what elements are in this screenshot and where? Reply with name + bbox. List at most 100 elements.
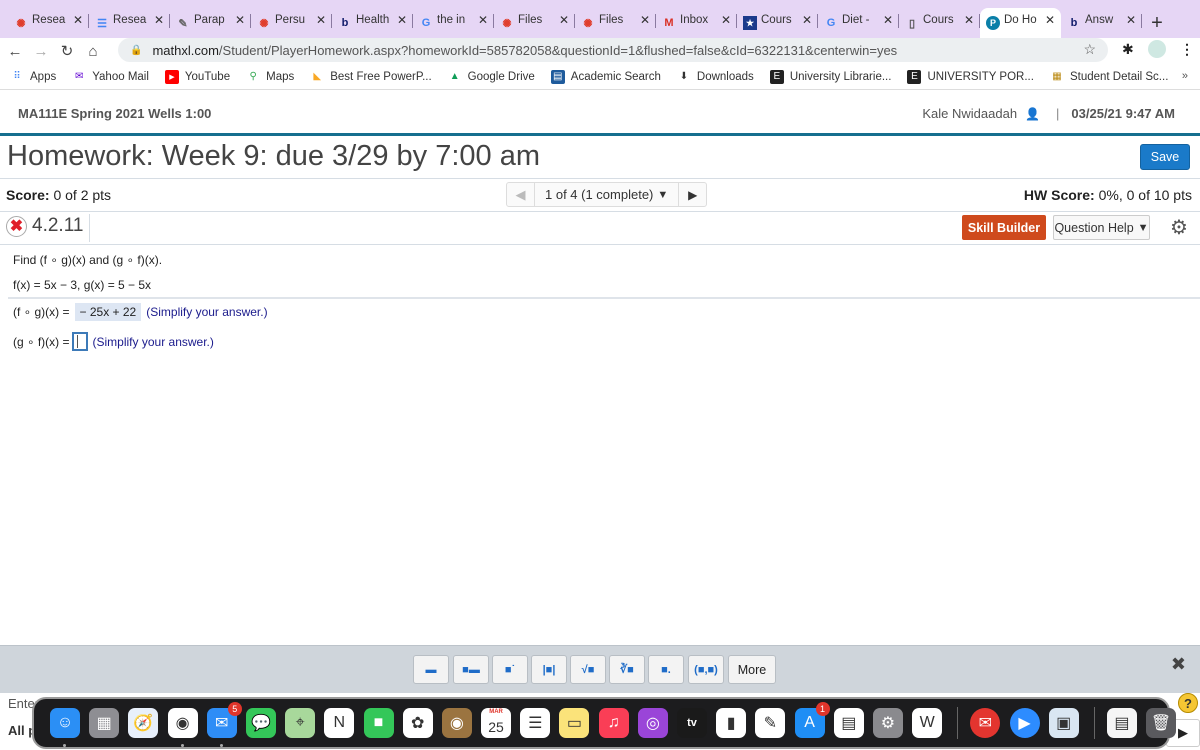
close-icon[interactable]: ✕ xyxy=(154,13,164,27)
browser-tab[interactable]: ✺ Files ✕ xyxy=(494,8,575,38)
bookmark-item[interactable]: ⚲ Maps xyxy=(246,70,294,84)
shield-star-icon: ★ xyxy=(743,16,757,30)
browser-tab[interactable]: M Inbox ✕ xyxy=(656,8,737,38)
bookmark-item[interactable]: ✉ Yahoo Mail xyxy=(72,70,149,84)
bookmark-item[interactable]: ▲ Google Drive xyxy=(448,70,535,84)
browser-tab[interactable]: b Health ✕ xyxy=(332,8,413,38)
browser-tab[interactable]: b Answ ✕ xyxy=(1061,8,1142,38)
browser-tab[interactable]: ★ Cours ✕ xyxy=(737,8,818,38)
close-icon[interactable]: ✕ xyxy=(235,13,245,27)
calendar-dock-icon[interactable]: MAR 25 xyxy=(481,708,512,738)
browser-tab[interactable]: ▯ Cours ✕ xyxy=(899,8,980,38)
close-icon[interactable]: ✕ xyxy=(964,13,974,27)
maps-dock-icon[interactable]: ⌖ xyxy=(285,708,316,738)
address-bar[interactable]: 🔒 mathxl.com/Student/PlayerHomework.aspx… xyxy=(118,38,1108,62)
keynote-dock-icon[interactable]: ▤ xyxy=(833,708,864,738)
help-question-icon[interactable]: ? xyxy=(1178,693,1198,713)
nth-root-button[interactable]: ∛■ xyxy=(609,655,645,684)
close-icon[interactable]: ✕ xyxy=(1126,13,1136,27)
next-question-button[interactable]: ▶ xyxy=(678,183,706,206)
browser-tab[interactable]: G Diet - ✕ xyxy=(818,8,899,38)
extensions-puzzle-icon[interactable]: ✱ xyxy=(1122,41,1134,58)
photos-dock-icon[interactable]: ✿ xyxy=(402,708,433,738)
home-button[interactable]: ⌂ xyxy=(82,40,104,62)
question-help-button[interactable]: Question Help ▼ xyxy=(1053,215,1150,240)
close-icon[interactable]: ✕ xyxy=(721,13,731,27)
close-icon[interactable]: ✖ xyxy=(1171,654,1186,675)
square-root-button[interactable]: √■ xyxy=(570,655,606,684)
bookmark-item[interactable]: ▤ Academic Search xyxy=(550,69,661,84)
contacts-dock-icon[interactable]: ◉ xyxy=(441,708,472,738)
browser-tab[interactable]: ✎ Parap ✕ xyxy=(170,8,251,38)
fraction-button[interactable]: ▬ xyxy=(413,655,449,684)
ordered-pair-button[interactable]: (■,■) xyxy=(688,655,724,684)
exponent-button[interactable]: ■˙ xyxy=(492,655,528,684)
close-icon[interactable]: ✕ xyxy=(1045,13,1055,27)
bookmark-item[interactable]: ▶ YouTube xyxy=(164,69,230,84)
user-name[interactable]: Kale Nwidaadah xyxy=(922,106,1017,121)
close-icon[interactable]: ✕ xyxy=(316,13,326,27)
skill-builder-button[interactable]: Skill Builder xyxy=(962,215,1046,240)
launchpad-dock-icon[interactable]: ▦ xyxy=(89,708,120,738)
gof-answer-input[interactable] xyxy=(71,332,88,351)
bookmark-star-icon[interactable]: ☆ xyxy=(1083,41,1096,58)
trash-dock-icon[interactable]: 🗑 xyxy=(1146,708,1177,738)
close-icon[interactable]: ✕ xyxy=(397,13,407,27)
fog-answer[interactable]: − 25x + 22 xyxy=(74,303,142,321)
close-icon[interactable]: ✕ xyxy=(883,13,893,27)
back-button[interactable]: ← xyxy=(4,40,26,62)
app-store-dock-icon[interactable]: A1 xyxy=(794,702,830,738)
question-select-dropdown[interactable]: 1 of 4 (1 complete) ▼ xyxy=(535,183,678,206)
browser-tab[interactable]: ✺ Resea ✕ xyxy=(8,8,89,38)
numbers-dock-icon[interactable]: ▮ xyxy=(716,708,747,738)
close-icon[interactable]: ✕ xyxy=(802,13,812,27)
bookmark-item[interactable]: E University Librarie... xyxy=(769,69,891,84)
mixed-number-button[interactable]: ■▬ xyxy=(453,655,489,684)
profile-avatar[interactable] xyxy=(1148,40,1166,58)
reload-button[interactable]: ↻ xyxy=(56,40,78,62)
bookmarks-overflow-button[interactable]: » xyxy=(1182,70,1188,82)
chrome-window-dock-icon[interactable]: ▤ xyxy=(1106,708,1137,738)
bookmark-item[interactable]: ⠿ Apps xyxy=(10,70,56,84)
previous-question-button[interactable]: ◀ xyxy=(507,183,535,206)
close-icon[interactable]: ✕ xyxy=(640,13,650,27)
new-tab-button[interactable]: + xyxy=(1142,8,1172,38)
gear-icon[interactable]: ⚙ xyxy=(1170,215,1188,240)
wps-office-dock-icon[interactable]: W xyxy=(912,708,943,738)
podcasts-dock-icon[interactable]: ◎ xyxy=(637,708,668,738)
bookmark-item[interactable]: E UNIVERSITY POR... xyxy=(907,69,1034,84)
system-preferences-dock-icon[interactable]: ⚙ xyxy=(872,708,903,738)
browser-tab[interactable]: ☰ Resea ✕ xyxy=(89,8,170,38)
zoom-dock-icon[interactable]: ▶ xyxy=(1009,708,1040,738)
preview-dock-icon[interactable]: ▣ xyxy=(1048,708,1079,738)
subscript-button[interactable]: ■. xyxy=(648,655,684,684)
chrome-dock-icon[interactable]: ◉ xyxy=(167,708,198,747)
bookmark-item[interactable]: ⬇ Downloads xyxy=(677,70,754,84)
airmail-dock-icon[interactable]: ✉ xyxy=(970,708,1001,738)
browser-tab[interactable]: ✺ Files ✕ xyxy=(575,8,656,38)
forward-button[interactable]: → xyxy=(30,40,52,62)
messages-dock-icon[interactable]: 💬 xyxy=(245,708,276,738)
browser-tab[interactable]: Gthe in ✕ xyxy=(413,8,494,38)
reminders-dock-icon[interactable]: ☰ xyxy=(520,708,551,738)
bookmark-item[interactable]: ▦ Student Detail Sc... xyxy=(1050,70,1168,84)
apple-tv-dock-icon[interactable]: tv xyxy=(677,708,707,738)
bookmark-item[interactable]: ◣ Best Free PowerP... xyxy=(310,70,431,84)
finder-dock-icon[interactable]: ☺ xyxy=(50,708,80,747)
browser-tab[interactable]: ✺ Persu ✕ xyxy=(251,8,332,38)
browser-menu-icon[interactable]: ⋮ xyxy=(1180,41,1194,58)
close-icon[interactable]: ✕ xyxy=(73,13,83,27)
more-button[interactable]: More xyxy=(728,655,776,684)
music-dock-icon[interactable]: ♫ xyxy=(598,708,629,738)
facetime-dock-icon[interactable]: ■ xyxy=(363,708,394,738)
browser-tab[interactable]: P Do Ho ✕ xyxy=(980,8,1061,38)
close-icon[interactable]: ✕ xyxy=(478,13,488,27)
safari-dock-icon[interactable]: 🧭 xyxy=(128,708,159,738)
save-button[interactable]: Save xyxy=(1140,144,1190,170)
pages-dock-icon[interactable]: ✎ xyxy=(755,708,786,738)
news-dock-icon[interactable]: N xyxy=(324,708,355,738)
absolute-value-button[interactable]: |■| xyxy=(531,655,567,684)
notes-dock-icon[interactable]: ▭ xyxy=(559,708,590,738)
mail-dock-icon[interactable]: ✉ 5 xyxy=(206,702,242,747)
close-icon[interactable]: ✕ xyxy=(559,13,569,27)
